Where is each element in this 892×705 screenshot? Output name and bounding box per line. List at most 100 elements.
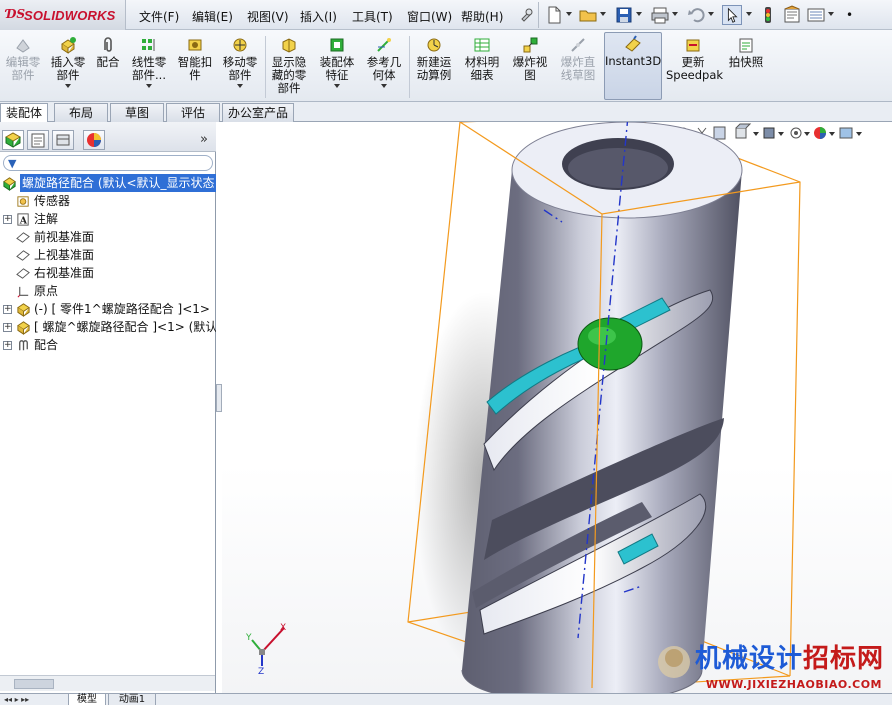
graphics-area[interactable]: X Y Z 机械设计招标网 WWW.JIXIEZHAOBIAO.COM	[222, 122, 892, 693]
new-motion-study-button[interactable]: 新建运 动算例	[412, 34, 456, 100]
display-manager-pie-icon	[87, 133, 101, 147]
motion-study-icon	[427, 38, 441, 52]
bottom-tabs: ◂◂ ▸ ▸▸ 模型 动画1	[0, 693, 892, 705]
tab-scroll-arrows-icon[interactable]: ◂◂ ▸ ▸▸	[4, 695, 29, 704]
select-arrow-icon[interactable]	[722, 5, 742, 25]
undo-icon[interactable]	[686, 5, 706, 25]
options-icon[interactable]	[806, 5, 826, 25]
linear-pattern-button[interactable]: 线性零 部件...	[127, 34, 171, 100]
options-dropdown-icon[interactable]	[828, 12, 834, 16]
panel-expand-chevron-icon[interactable]: »	[200, 132, 208, 147]
move-component-icon	[233, 38, 247, 52]
take-snapshot-button[interactable]: 拍快照	[724, 34, 768, 100]
menu-insert[interactable]: 插入(I)	[300, 8, 337, 25]
edit-component-button[interactable]: 编辑零 部件	[2, 34, 44, 100]
tree-item[interactable]: 右视基准面	[0, 264, 216, 282]
command-label: 拍快照	[728, 55, 764, 69]
display-manager-tab[interactable]	[83, 130, 105, 150]
feature-tree-horizontal-scrollbar[interactable]	[0, 675, 215, 691]
new-document-icon[interactable]	[544, 5, 564, 25]
feature-manager-tabs: »	[0, 122, 216, 152]
linear-pattern-dropdown-icon[interactable]	[146, 84, 152, 88]
tree-item[interactable]: + 配合	[0, 336, 216, 354]
print-dropdown-icon[interactable]	[672, 12, 678, 16]
feature-manager-tab[interactable]	[2, 130, 24, 150]
svg-text:A: A	[19, 215, 28, 226]
tree-item[interactable]: 前视基准面	[0, 228, 216, 246]
tree-item[interactable]: 原点	[0, 282, 216, 300]
command-label: 插入零 部件	[50, 55, 86, 82]
tree-item[interactable]: + (-) [ 零件1^螺旋路径配合 ]<1>	[0, 300, 216, 318]
assembly-features-icon	[330, 38, 344, 52]
command-manager: 编辑零 部件 插入零 部件 配合 线性零 部件... 智能扣件 移动零 部件 显示隐 藏的…	[0, 30, 892, 102]
smart-fasteners-button[interactable]: 智能扣件	[174, 34, 216, 100]
tree-root-assembly[interactable]: 螺旋路径配合 (默认<默认_显示状态	[0, 174, 216, 192]
scrollbar-thumb[interactable]	[14, 679, 54, 689]
save-icon[interactable]	[614, 5, 634, 25]
tab-layout[interactable]: 布局	[54, 103, 108, 122]
instant3d-button[interactable]: Instant3D	[604, 32, 662, 100]
tree-item-label: 配合	[34, 338, 59, 352]
tab-evaluate[interactable]: 评估	[166, 103, 220, 122]
tree-item[interactable]: 传感器	[0, 192, 216, 210]
menu-view[interactable]: 视图(V)	[247, 8, 289, 25]
menu-tools[interactable]: 工具(T)	[352, 8, 393, 25]
menu-edit[interactable]: 编辑(E)	[192, 8, 233, 25]
plane-icon	[16, 232, 30, 243]
open-dropdown-icon[interactable]	[600, 12, 606, 16]
tab-model[interactable]: 模型	[68, 694, 106, 705]
explode-line-sketch-button[interactable]: 爆炸直 线草图	[556, 34, 600, 100]
file-properties-icon[interactable]	[782, 5, 802, 25]
bill-of-materials-button[interactable]: 材料明 细表	[460, 34, 504, 100]
rebuild-traffic-light-icon[interactable]	[758, 5, 778, 25]
feature-filter-input[interactable]: ▼	[3, 155, 213, 171]
tab-office-products[interactable]: 办公室产品	[222, 103, 294, 122]
mate-button[interactable]: 配合	[92, 34, 124, 100]
tab-assembly[interactable]: 装配体	[0, 103, 48, 123]
menu-file[interactable]: 文件(F)	[139, 8, 179, 25]
save-dropdown-icon[interactable]	[636, 12, 642, 16]
property-manager-icon	[31, 133, 45, 148]
tree-expand-toggle[interactable]: +	[3, 215, 12, 224]
reference-geometry-button[interactable]: 参考几 何体	[362, 34, 406, 100]
menu-window[interactable]: 窗口(W)	[407, 8, 452, 25]
insert-component-button[interactable]: 插入零 部件	[46, 34, 90, 100]
tree-item[interactable]: + [ 螺旋^螺旋路径配合 ]<1> (默认	[0, 318, 216, 336]
exploded-view-button[interactable]: 爆炸视图	[508, 34, 552, 100]
menu-help[interactable]: 帮助(H)	[461, 8, 503, 25]
linear-pattern-icon	[142, 39, 155, 51]
command-label: 配合	[96, 55, 120, 69]
toolbar-separator	[265, 36, 266, 98]
tree-expand-toggle[interactable]: +	[3, 305, 12, 314]
overflow-chevron-icon[interactable]: •	[846, 8, 892, 24]
configuration-manager-tab[interactable]	[52, 130, 74, 150]
move-component-button[interactable]: 移动零 部件	[218, 34, 262, 100]
open-folder-icon[interactable]	[578, 5, 598, 25]
tree-item[interactable]: 上视基准面	[0, 246, 216, 264]
tab-sketch[interactable]: 草图	[110, 103, 164, 122]
green-ball[interactable]	[577, 317, 643, 371]
select-dropdown-icon[interactable]	[746, 12, 752, 16]
watermark-url: WWW.JIXIEZHAOBIAO.COM	[705, 678, 882, 691]
tree-expand-toggle[interactable]: +	[3, 323, 12, 332]
solidworks-logo[interactable]: ƊS SOLIDWORKS	[0, 0, 126, 30]
pin-icon[interactable]	[516, 5, 536, 25]
property-manager-tab[interactable]	[27, 130, 49, 150]
tree-expand-toggle[interactable]: +	[3, 341, 12, 350]
part-icon	[17, 321, 30, 335]
update-speedpak-button[interactable]: 更新 Speedpak	[666, 34, 723, 100]
command-label: 参考几 何体	[366, 55, 402, 82]
insert-component-dropdown-icon[interactable]	[65, 84, 71, 88]
print-icon[interactable]	[650, 5, 670, 25]
assembly-features-dropdown-icon[interactable]	[334, 84, 340, 88]
show-hidden-components-button[interactable]: 显示隐 藏的零 部件	[268, 34, 310, 100]
reference-geometry-dropdown-icon[interactable]	[381, 84, 387, 88]
move-component-dropdown-icon[interactable]	[237, 84, 243, 88]
tree-item[interactable]: + A 注解	[0, 210, 216, 228]
new-dropdown-icon[interactable]	[566, 12, 572, 16]
smart-fasteners-icon	[188, 39, 202, 51]
reference-geometry-icon	[377, 38, 391, 52]
tab-animation1[interactable]: 动画1	[108, 694, 156, 705]
assembly-features-button[interactable]: 装配体 特征	[316, 34, 358, 100]
undo-dropdown-icon[interactable]	[708, 12, 714, 16]
